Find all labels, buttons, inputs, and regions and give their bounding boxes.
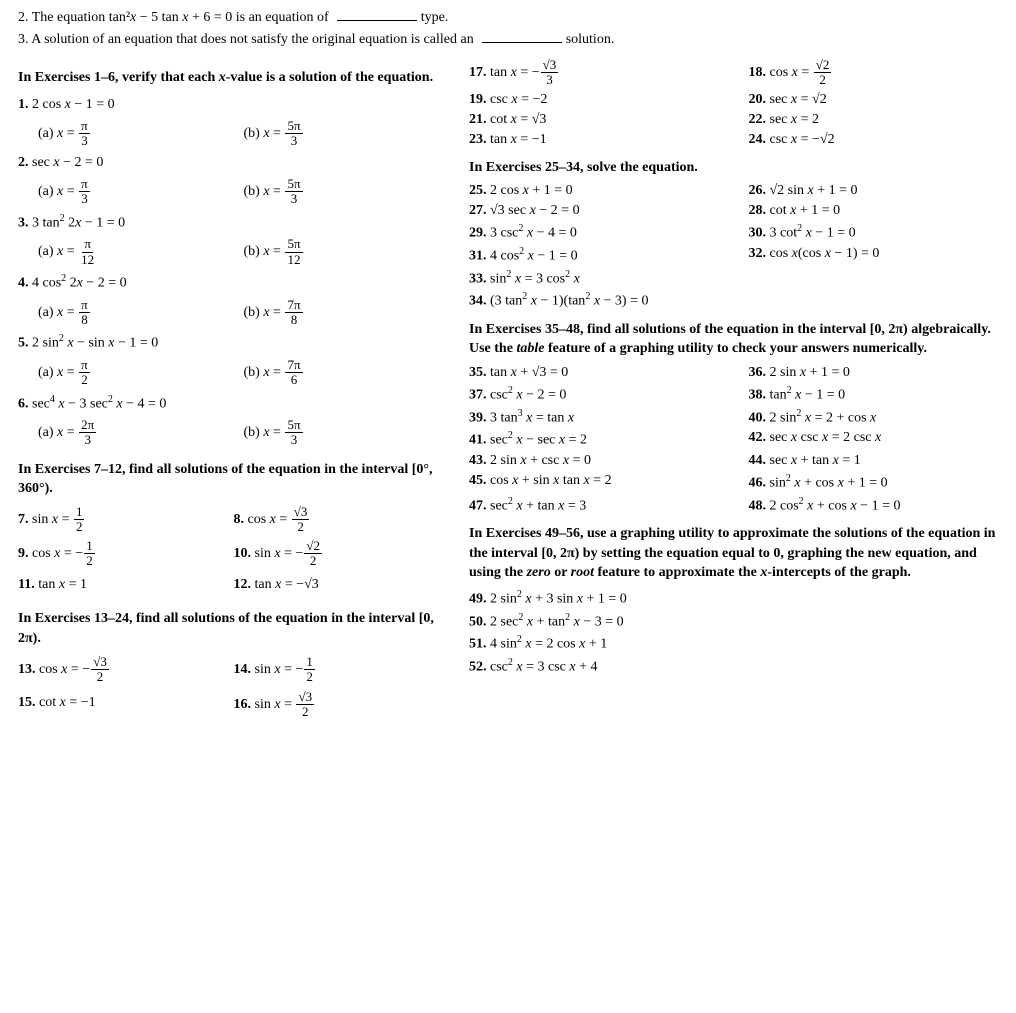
right-column: 17. tan x = −√33 18. cos x = √22 19. csc…: [459, 58, 998, 724]
exercises-7-8: 7. sin x = 12 8. cos x = √32: [18, 505, 449, 535]
exercise-33: 33. sin2 x = 3 cos2 x: [469, 269, 998, 288]
left-column: In Exercises 1–6, verify that each x-val…: [18, 58, 459, 724]
exercises-11-12: 11. tan x = 1 12. tan x = −√3: [18, 572, 449, 597]
exercise-4-subs: (a) x = π8 (b) x = 7π8: [38, 298, 449, 328]
exercise-3-subs: (a) x = π12 (b) x = 5π12: [38, 237, 449, 267]
section-header-1-6: In Exercises 1–6, verify that each x-val…: [18, 68, 449, 88]
exercises-37-38: 37. csc2 x − 2 = 0 38. tan2 x − 1 = 0: [469, 385, 998, 404]
exercise-2-subs: (a) x = π3 (b) x = 5π3: [38, 177, 449, 207]
section-header-7-12: In Exercises 7–12, find all solutions of…: [18, 460, 449, 499]
exercises-9-10: 9. cos x = −12 10. sin x = −√22: [18, 539, 449, 569]
exercise-3: 3. 3 tan2 2x − 1 = 0: [18, 211, 449, 234]
exercises-41-42: 41. sec2 x − sec x = 2 42. sec x csc x =…: [469, 430, 998, 449]
exercise-1-subs: (a) x = π3 (b) x = 5π3: [38, 119, 449, 149]
exercise-6: 6. sec4 x − 3 sec2 x − 4 = 0: [18, 392, 449, 415]
exercise-4: 4. 4 cos2 2x − 2 = 0: [18, 271, 449, 294]
exercises-23-24: 23. tan x = −1 24. csc x = −√2: [469, 132, 998, 148]
exercise-52: 52. csc2 x = 3 csc x + 4: [469, 657, 998, 676]
exercises-25-26: 25. 2 cos x + 1 = 0 26. √2 sin x + 1 = 0: [469, 183, 998, 199]
exercises-13-14: 13. cos x = −√32 14. sin x = −12: [18, 655, 449, 685]
section-header-25-34: In Exercises 25–34, solve the equation.: [469, 158, 998, 178]
exercises-43-44: 43. 2 sin x + csc x = 0 44. sec x + tan …: [469, 453, 998, 469]
exercises-31-32: 31. 4 cos2 x − 1 = 0 32. cos x(cos x − 1…: [469, 246, 998, 265]
exercises-39-40: 39. 3 tan3 x = tan x 40. 2 sin2 x = 2 + …: [469, 408, 998, 427]
exercise-5: 5. 2 sin2 x − sin x − 1 = 0: [18, 331, 449, 354]
exercise-1: 1. 2 cos x − 1 = 0: [18, 94, 449, 115]
section-header-35-48: In Exercises 35–48, find all solutions o…: [469, 320, 998, 359]
fill-line-3: 3. A solution of an equation that does n…: [18, 32, 998, 48]
exercise-49: 49. 2 sin2 x + 3 sin x + 1 = 0: [469, 589, 998, 608]
page-container: 2. The equation tan²x − 5 tan x + 6 = 0 …: [18, 10, 998, 724]
fill-line-2: 2. The equation tan²x − 5 tan x + 6 = 0 …: [18, 10, 998, 26]
exercises-45-46: 45. cos x + sin x tan x = 2 46. sin2 x +…: [469, 473, 998, 492]
exercise-34: 34. (3 tan2 x − 1)(tan2 x − 3) = 0: [469, 291, 998, 310]
main-content: In Exercises 1–6, verify that each x-val…: [18, 58, 998, 724]
exercises-27-28: 27. √3 sec x − 2 = 0 28. cot x + 1 = 0: [469, 203, 998, 219]
exercises-17-18: 17. tan x = −√33 18. cos x = √22: [469, 58, 998, 88]
exercises-21-22: 21. cot x = √3 22. sec x = 2: [469, 112, 998, 128]
exercise-51: 51. 4 sin2 x = 2 cos x + 1: [469, 634, 998, 653]
exercises-35-36: 35. tan x + √3 = 0 36. 2 sin x + 1 = 0: [469, 365, 998, 381]
exercise-6-subs: (a) x = 2π3 (b) x = 5π3: [38, 418, 449, 448]
exercises-47-48: 47. sec2 x + tan x = 3 48. 2 cos2 x + co…: [469, 496, 998, 515]
exercises-19-20: 19. csc x = −2 20. sec x = √2: [469, 92, 998, 108]
exercise-5-subs: (a) x = π2 (b) x = 7π6: [38, 358, 449, 388]
section-header-13-24: In Exercises 13–24, find all solutions o…: [18, 609, 449, 648]
exercises-15-16: 15. cot x = −1 16. sin x = √32: [18, 690, 449, 720]
exercises-29-30: 29. 3 csc2 x − 4 = 0 30. 3 cot2 x − 1 = …: [469, 223, 998, 242]
exercise-50: 50. 2 sec2 x + tan2 x − 3 = 0: [469, 612, 998, 631]
exercise-2: 2. sec x − 2 = 0: [18, 152, 449, 173]
section-header-49-56: In Exercises 49–56, use a graphing utili…: [469, 524, 998, 583]
